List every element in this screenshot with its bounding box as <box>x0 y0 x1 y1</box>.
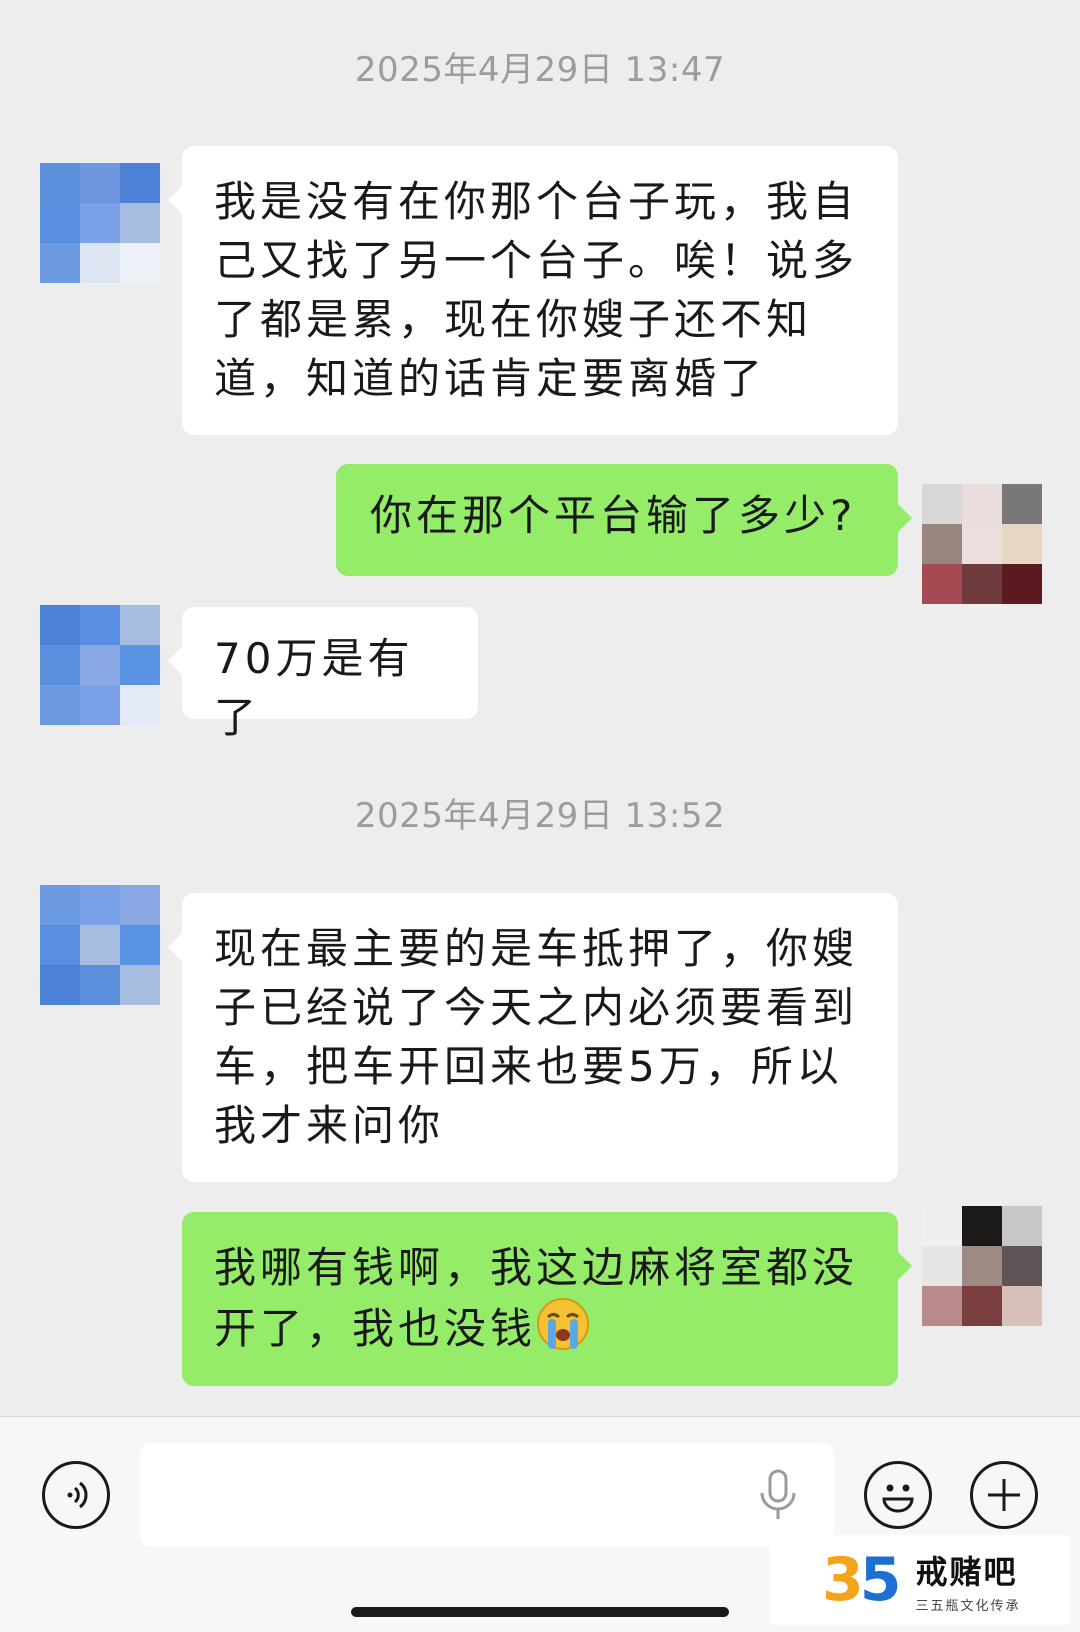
sent-message-bubble[interactable]: 我哪有钱啊，我这边麻将室都没开了，我也没钱 <box>182 1212 912 1386</box>
emoji-icon <box>882 1484 914 1513</box>
message-text: 我是没有在你那个台子玩，我自己又找了另一个台子。唉！说多了都是累，现在你嫂子还不… <box>214 177 859 403</box>
message-text: 70万是有了 <box>214 634 414 742</box>
message-input[interactable] <box>140 1443 834 1547</box>
voice-icon <box>67 1481 88 1509</box>
user-avatar[interactable] <box>922 1206 1042 1326</box>
emoji-button[interactable] <box>864 1461 932 1529</box>
message-timestamp: 2025年4月29日 13:52 <box>354 796 726 836</box>
message-text: 你在那个平台输了多少? <box>370 491 857 540</box>
user-avatar[interactable] <box>922 484 1042 604</box>
crying-face-icon <box>536 1297 590 1351</box>
watermark-35-logo: 35 <box>822 1545 901 1615</box>
received-message-bubble[interactable]: 现在最主要的是车抵押了，你嫂子已经说了今天之内必须要看到车，把车开回来也要5万，… <box>168 893 898 1182</box>
contact-avatar[interactable] <box>40 163 160 283</box>
plus-icon <box>988 1479 1020 1511</box>
home-indicator[interactable] <box>351 1607 729 1617</box>
message-text: 现在最主要的是车抵押了，你嫂子已经说了今天之内必须要看到车，把车开回来也要5万，… <box>214 924 859 1150</box>
contact-avatar[interactable] <box>40 885 160 1005</box>
received-message-bubble[interactable]: 70万是有了 <box>168 607 478 742</box>
message-timestamp: 2025年4月29日 13:47 <box>354 50 726 90</box>
microphone-icon[interactable] <box>756 1469 800 1523</box>
more-options-button[interactable] <box>970 1461 1038 1529</box>
voice-toggle-button[interactable] <box>42 1461 110 1529</box>
watermark-logo: 35 戒赌吧 三五瓶文化传承 <box>770 1535 1070 1625</box>
contact-avatar[interactable] <box>40 605 160 725</box>
sent-message-bubble[interactable]: 你在那个平台输了多少? <box>336 464 912 576</box>
watermark-subtitle: 三五瓶文化传承 <box>915 1598 1021 1614</box>
watermark-title: 戒赌吧 <box>915 1552 1018 1591</box>
received-message-bubble[interactable]: 我是没有在你那个台子玩，我自己又找了另一个台子。唉！说多了都是累，现在你嫂子还不… <box>168 146 898 435</box>
